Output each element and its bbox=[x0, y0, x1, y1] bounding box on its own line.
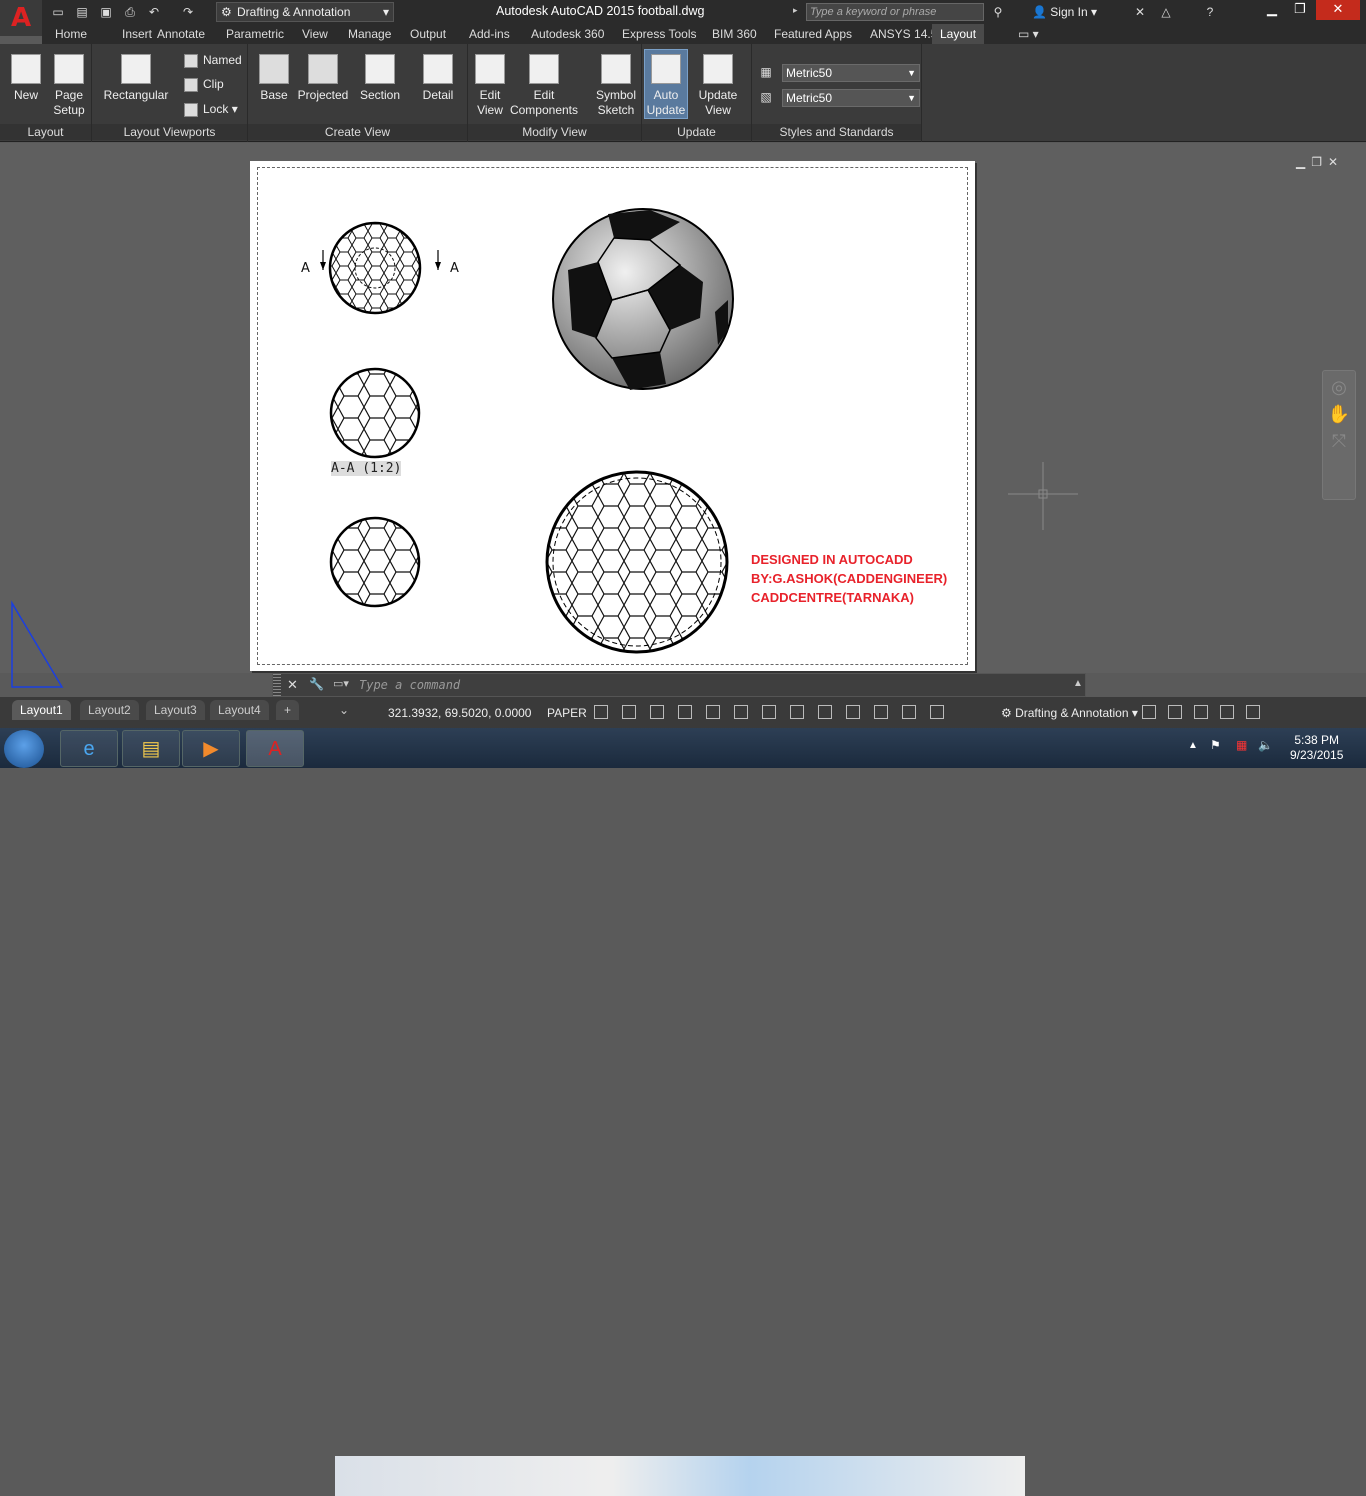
navigation-bar: ◎ ✋ ⤧ bbox=[1322, 370, 1356, 500]
isolate-icon[interactable] bbox=[1168, 705, 1182, 719]
command-line: ✕ 🔧 ▭▾ Type a command ▲ bbox=[272, 673, 1086, 697]
ball-section-view bbox=[329, 367, 421, 459]
network-icon[interactable]: ▦ bbox=[1236, 738, 1247, 752]
close-icon[interactable]: ✕ bbox=[287, 677, 298, 693]
infer-constraints-icon[interactable] bbox=[622, 705, 636, 719]
quick-properties-icon[interactable] bbox=[874, 705, 888, 719]
ie-icon[interactable]: e bbox=[60, 730, 118, 767]
crosshair-cursor bbox=[1008, 462, 1078, 530]
workspace-status-button[interactable]: ⚙ Drafting & Annotation ▾ bbox=[1001, 706, 1138, 720]
clock-date: 9/23/2015 bbox=[1290, 748, 1344, 762]
transparency-icon[interactable] bbox=[790, 705, 804, 719]
paper-space-toggle[interactable]: PAPER bbox=[547, 706, 587, 720]
steering-wheel-icon[interactable]: ◎ bbox=[1323, 377, 1355, 398]
layout-overflow-icon[interactable]: ⌄ bbox=[339, 703, 349, 717]
add-layout-button[interactable]: + bbox=[276, 700, 300, 720]
customization-icon[interactable] bbox=[1246, 705, 1260, 719]
annotation-scale-icon[interactable] bbox=[902, 705, 916, 719]
status-bar: Layout1 Layout2 Layout3 Layout4 + bbox=[0, 697, 1366, 728]
workspace-status-label: Drafting & Annotation bbox=[1015, 706, 1129, 720]
drawing-graphics bbox=[11, 208, 1078, 688]
start-button[interactable] bbox=[4, 730, 44, 768]
windows-taskbar: e ▤ ▶ A ▲ ⚑ ▦ 🔈 5:38 PM 9/23/2015 bbox=[0, 728, 1366, 1496]
layout-tab-2[interactable]: Layout2 bbox=[80, 700, 139, 720]
designer-line-1: DESIGNED IN AUTOCADD bbox=[751, 552, 913, 567]
clean-screen-icon[interactable] bbox=[1220, 705, 1234, 719]
snap-grid-icon[interactable] bbox=[594, 705, 608, 719]
units-plus-icon[interactable] bbox=[1142, 705, 1156, 719]
desktop-background-strip bbox=[335, 1456, 1025, 1496]
viewport-scale-icon[interactable] bbox=[930, 705, 944, 719]
layout-tab-4[interactable]: Layout4 bbox=[210, 700, 269, 720]
hardware-accel-icon[interactable] bbox=[1194, 705, 1208, 719]
layout-tab-1[interactable]: Layout1 bbox=[12, 700, 71, 720]
ball-wireframe-large bbox=[545, 470, 729, 654]
ortho-icon[interactable] bbox=[650, 705, 664, 719]
ucs-icon bbox=[11, 600, 64, 688]
clock-time: 5:38 PM bbox=[1294, 733, 1340, 747]
wrench-icon[interactable]: 🔧 bbox=[309, 677, 324, 691]
ball-front-view bbox=[328, 221, 422, 315]
designer-credit: DESIGNED IN AUTOCADD BY:G.ASHOK(CADDENGI… bbox=[751, 550, 947, 607]
command-input[interactable]: Type a command bbox=[359, 678, 460, 692]
selection-cycling-icon[interactable] bbox=[818, 705, 832, 719]
otrack-icon[interactable] bbox=[734, 705, 748, 719]
zoom-extents-icon[interactable]: ⤧ bbox=[1323, 431, 1355, 452]
designer-line-2: BY:G.ASHOK(CADDENGINEER) bbox=[751, 571, 948, 586]
section-marker-left: A bbox=[301, 261, 310, 276]
coordinate-readout[interactable]: 321.3932, 69.5020, 0.0000 bbox=[388, 706, 531, 720]
drag-grip[interactable] bbox=[273, 674, 281, 696]
polar-icon[interactable] bbox=[678, 705, 692, 719]
osnap-icon[interactable] bbox=[706, 705, 720, 719]
ball-bottom-view bbox=[329, 516, 421, 608]
volume-icon[interactable]: 🔈 bbox=[1258, 738, 1273, 752]
annotation-monitor-icon[interactable] bbox=[846, 705, 860, 719]
designer-line-3: CADDCENTRE(TARNAKA) bbox=[751, 590, 914, 605]
media-player-icon[interactable]: ▶ bbox=[182, 730, 240, 767]
explorer-icon[interactable]: ▤ bbox=[122, 730, 180, 767]
section-view-label: A-A (1:2) bbox=[331, 461, 402, 476]
pan-hand-icon[interactable]: ✋ bbox=[1323, 404, 1355, 425]
layout-tab-3[interactable]: Layout3 bbox=[146, 700, 205, 720]
ball-shaded-render bbox=[552, 208, 734, 390]
tray-expand-icon[interactable]: ▲ bbox=[1188, 740, 1198, 751]
autocad-task-icon[interactable]: A bbox=[246, 730, 304, 767]
section-marker-right: A bbox=[450, 261, 459, 276]
history-toggle-icon[interactable]: ▲ bbox=[1073, 678, 1083, 689]
command-prompt-icon: ▭▾ bbox=[333, 678, 349, 690]
system-clock[interactable]: 5:38 PM 9/23/2015 bbox=[1290, 733, 1343, 763]
action-center-flag-icon[interactable]: ⚑ bbox=[1210, 738, 1221, 752]
lineweight-icon[interactable] bbox=[762, 705, 776, 719]
